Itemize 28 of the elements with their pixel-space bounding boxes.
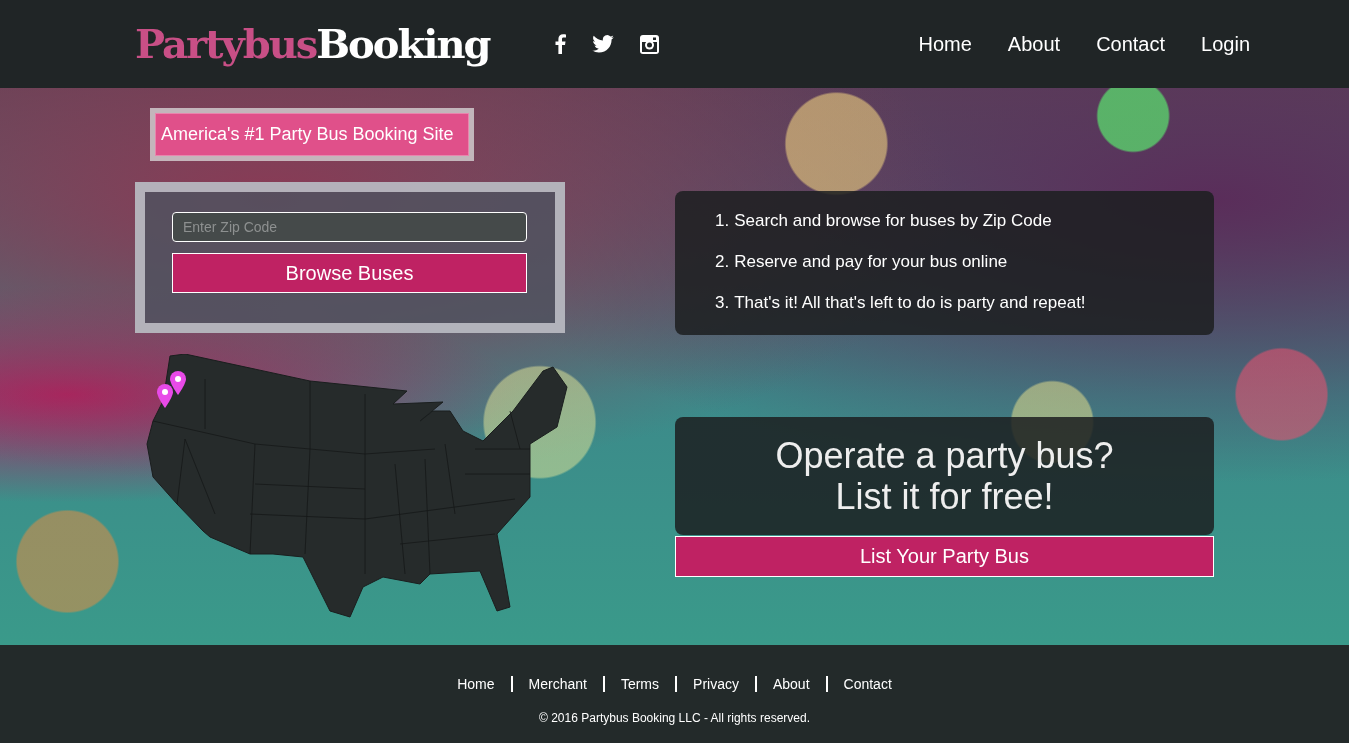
footer-link[interactable]: About [754, 676, 826, 692]
list-bus-button[interactable]: List Your Party Bus [675, 536, 1214, 577]
map-pin-icon[interactable] [170, 371, 186, 395]
browse-buses-button[interactable]: Browse Buses [172, 253, 527, 293]
promo-heading: List it for free! [835, 476, 1054, 517]
step-text: Search and browse for buses by Zip Code [734, 210, 1052, 232]
step-text: That's it! All that's left to do is party and repeat! [734, 292, 1086, 314]
map-pin-icon[interactable] [157, 384, 173, 408]
footer-link[interactable]: Privacy [675, 676, 755, 692]
footer-link[interactable]: Contact [825, 676, 908, 692]
nav-link[interactable]: Contact [1096, 32, 1166, 56]
step-number: 2. [715, 251, 730, 273]
zip-code-field[interactable]: Enter Zip Code [172, 212, 527, 242]
nav-link[interactable]: Login [1201, 32, 1250, 56]
camera-icon[interactable] [640, 34, 660, 54]
step-number: 3. [715, 292, 730, 314]
nav-link[interactable]: Home [918, 32, 972, 56]
step-number: 1. [715, 210, 730, 232]
bird-icon[interactable] [592, 35, 615, 53]
f-logo-icon[interactable] [555, 34, 567, 54]
footer-link[interactable]: Merchant [510, 676, 603, 692]
nav-link[interactable]: About [1007, 32, 1061, 56]
tagline-banner: America's #1 Party Bus Booking Site [155, 113, 469, 156]
copyright-text: © 2016 Partybus Booking LLC - All rights reserved. [539, 711, 810, 725]
promo-heading: Operate a party bus? [775, 435, 1114, 476]
step-text: Reserve and pay for your bus online [734, 251, 1008, 273]
footer-link[interactable]: Terms [602, 676, 676, 692]
footer-link[interactable]: Home [441, 676, 511, 692]
